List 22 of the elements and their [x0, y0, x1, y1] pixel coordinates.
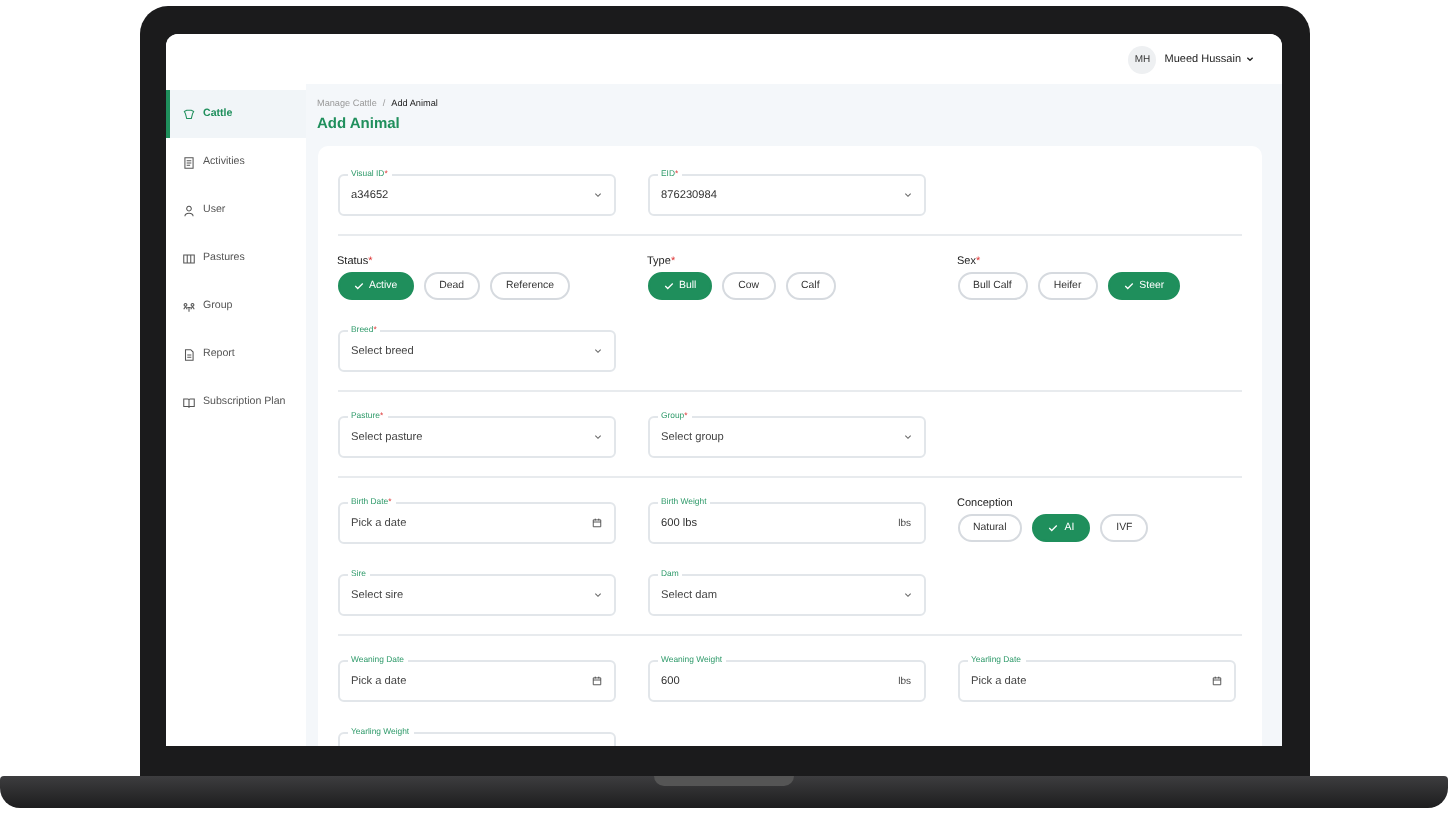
chevron-down-icon: [903, 434, 911, 440]
check-icon: [1048, 524, 1059, 532]
calendar-icon: [591, 518, 601, 528]
chevron-down-icon: [903, 592, 911, 598]
calendar-icon: [591, 676, 601, 686]
chevron-down-icon: [593, 348, 601, 354]
laptop-notch: [654, 776, 794, 786]
calendar-icon: [1211, 676, 1221, 686]
check-icon: [1123, 282, 1134, 290]
book-icon: [181, 395, 195, 409]
chevron-down-icon: [593, 592, 601, 598]
chevron-down-icon: [1245, 56, 1253, 62]
chevron-down-icon: [593, 434, 601, 440]
chevron-down-icon: [903, 192, 911, 198]
group-icon: [181, 299, 195, 313]
check-icon: [663, 282, 673, 290]
columns-icon: [181, 251, 195, 265]
check-icon: [353, 282, 363, 290]
chevron-down-icon: [593, 192, 601, 198]
list-icon: [181, 155, 195, 169]
document-icon: [181, 347, 195, 361]
user-icon: [181, 203, 195, 217]
